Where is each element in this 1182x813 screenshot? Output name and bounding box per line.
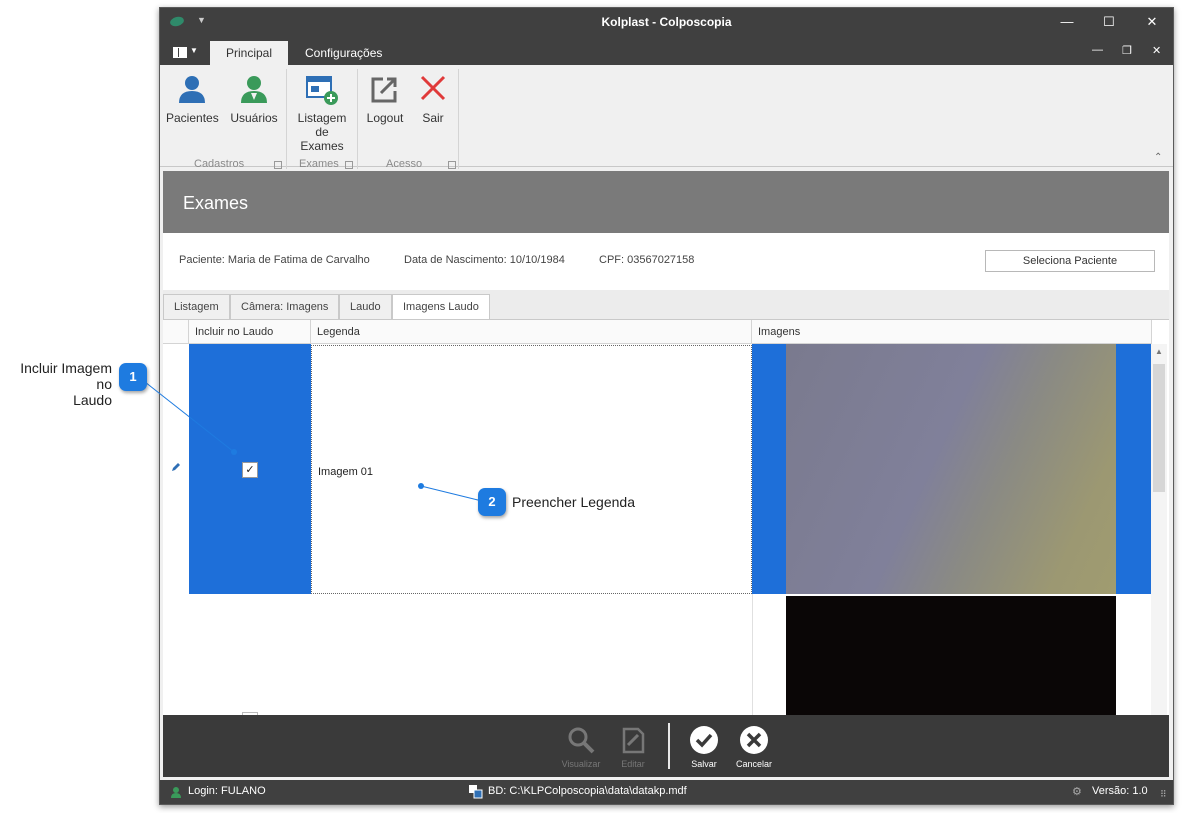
callout-lines bbox=[144, 381, 487, 503]
callout-text-2: Preencher Legenda bbox=[512, 494, 635, 510]
callout-badge-1: 1 bbox=[119, 363, 147, 391]
callout-text-1-line2: Laudo bbox=[73, 392, 112, 408]
callout-text-1: Incluir Imagem no Laudo bbox=[8, 360, 112, 408]
callout-badge-2: 2 bbox=[478, 488, 506, 516]
callout-text-1-line1: Incluir Imagem no bbox=[20, 360, 112, 392]
